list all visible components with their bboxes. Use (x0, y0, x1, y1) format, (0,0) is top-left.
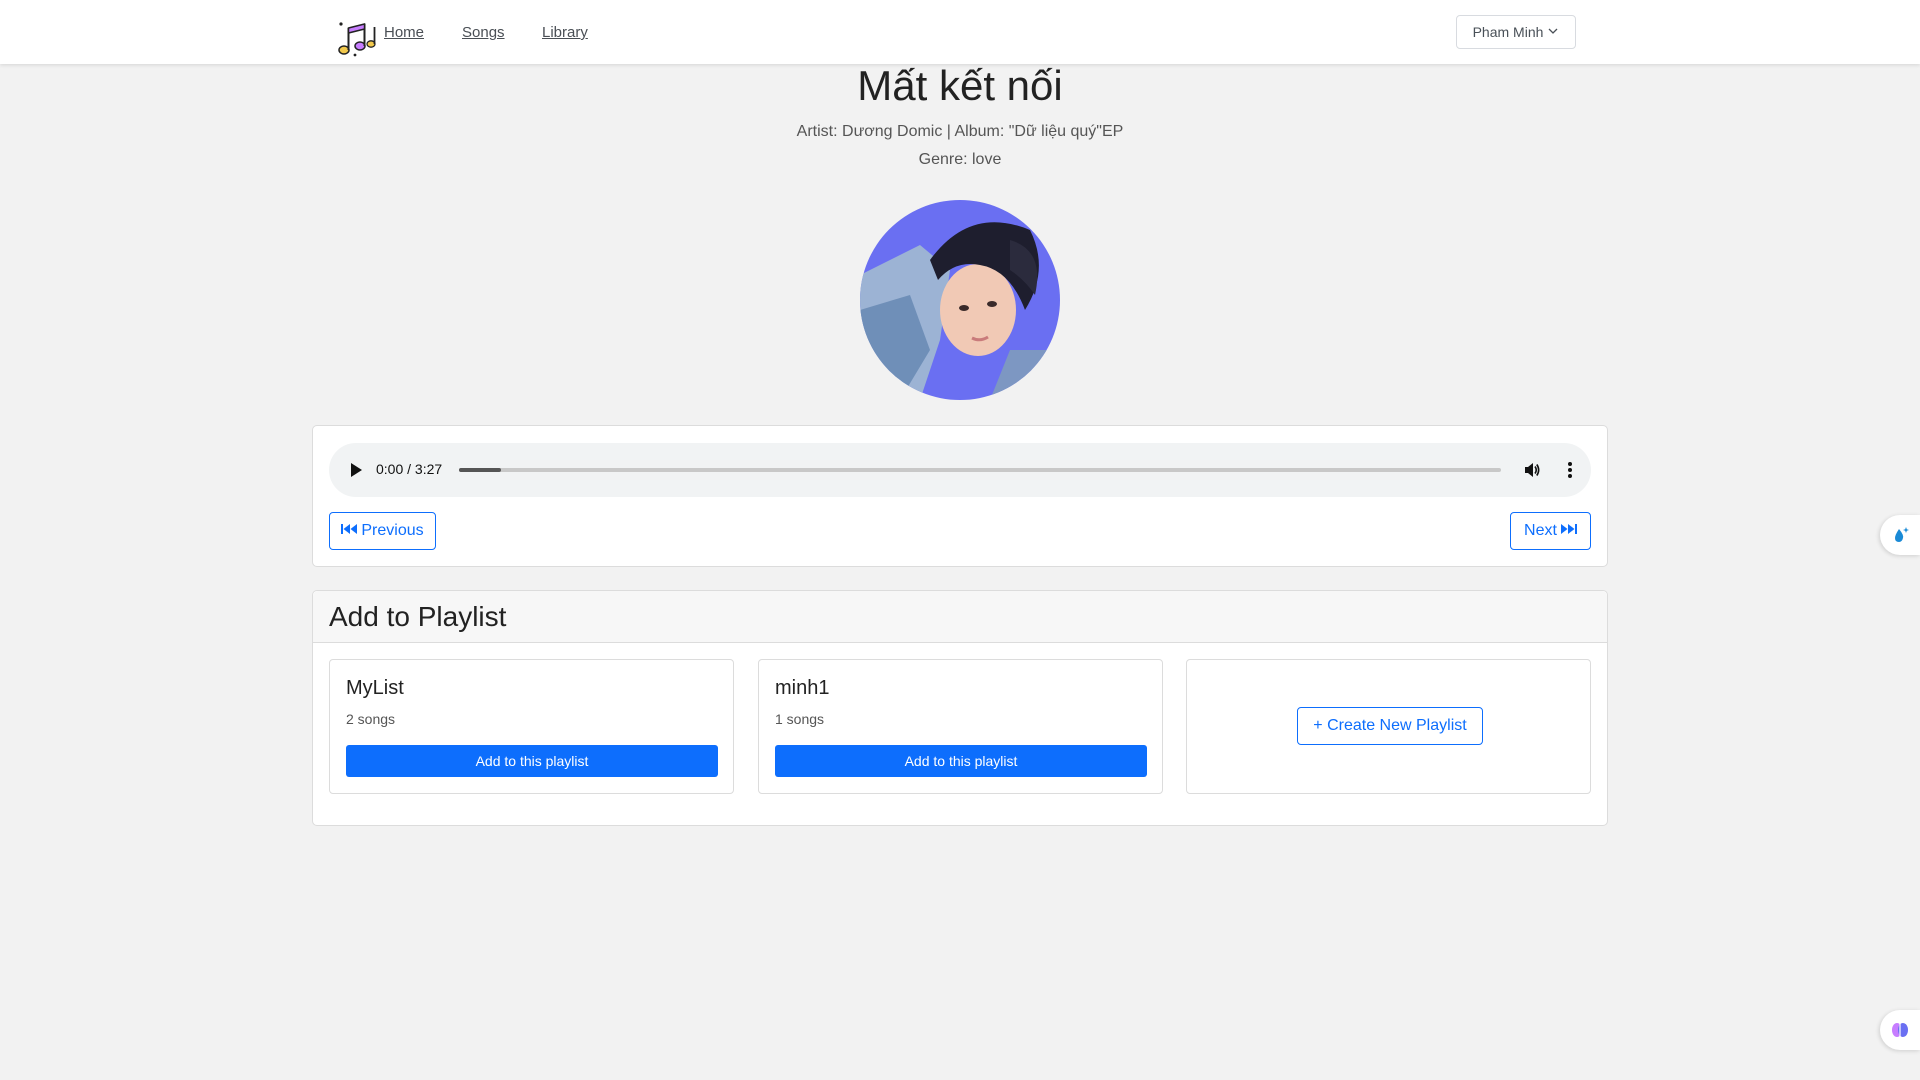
song-genre: Genre: love (918, 151, 1002, 168)
player-card: 0:00 / 3:27 Previous Next (312, 425, 1608, 567)
album-cover-image (860, 200, 1060, 400)
more-options-icon[interactable] (1567, 461, 1573, 484)
create-new-playlist-button[interactable]: + Create New Playlist (1297, 707, 1483, 745)
nav-library-link[interactable]: Library (542, 24, 588, 41)
user-menu-dropdown[interactable]: Pham Minh (1456, 15, 1576, 49)
playback-time: 0:00 / 3:27 (376, 461, 443, 477)
create-playlist-card: + Create New Playlist (1186, 659, 1591, 794)
add-to-playlist-header: Add to Playlist (313, 591, 1607, 643)
audio-player[interactable]: 0:00 / 3:27 (329, 443, 1591, 497)
playlist-song-count: 1 songs (775, 711, 825, 727)
play-icon[interactable] (349, 462, 363, 483)
seek-bar[interactable] (459, 468, 1501, 472)
playlist-song-count: 2 songs (346, 711, 396, 727)
seek-bar-fill (459, 468, 501, 472)
playlist-card-minh1: minh1 1 songs Add to this playlist (758, 659, 1163, 794)
add-to-playlist-card: Add to Playlist MyList 2 songs Add to th… (312, 590, 1608, 826)
add-to-playlist-title: Add to Playlist (329, 601, 507, 632)
nav-home-link[interactable]: Home (384, 24, 424, 41)
playlist-card-mylist: MyList 2 songs Add to this playlist (329, 659, 734, 794)
music-notes-logo-icon[interactable] (336, 18, 378, 58)
add-to-playlist-button[interactable]: Add to this playlist (775, 745, 1147, 777)
volume-icon[interactable] (1523, 461, 1541, 484)
song-title: Mất kết nối (857, 62, 1063, 109)
previous-button-label: Previous (361, 522, 424, 539)
next-button[interactable]: Next (1510, 512, 1591, 550)
add-to-playlist-button[interactable]: Add to this playlist (346, 745, 718, 777)
song-artist-album: Artist: Dương Domic | Album: "Dữ liệu qu… (796, 123, 1124, 140)
previous-button[interactable]: Previous (329, 512, 436, 550)
skip-back-icon (341, 522, 358, 540)
playlist-name: minh1 (775, 677, 830, 699)
brain-extension-icon[interactable] (1880, 1010, 1920, 1050)
water-drop-extension-icon[interactable] (1880, 515, 1920, 555)
top-navbar: Home Songs Library Pham Minh (0, 0, 1920, 64)
chevron-down-icon (1547, 24, 1559, 40)
playlist-name: MyList (346, 677, 404, 699)
user-menu-label: Pham Minh (1472, 24, 1544, 40)
skip-forward-icon (1560, 522, 1577, 540)
next-button-label: Next (1524, 522, 1557, 539)
nav-songs-link[interactable]: Songs (462, 24, 505, 41)
